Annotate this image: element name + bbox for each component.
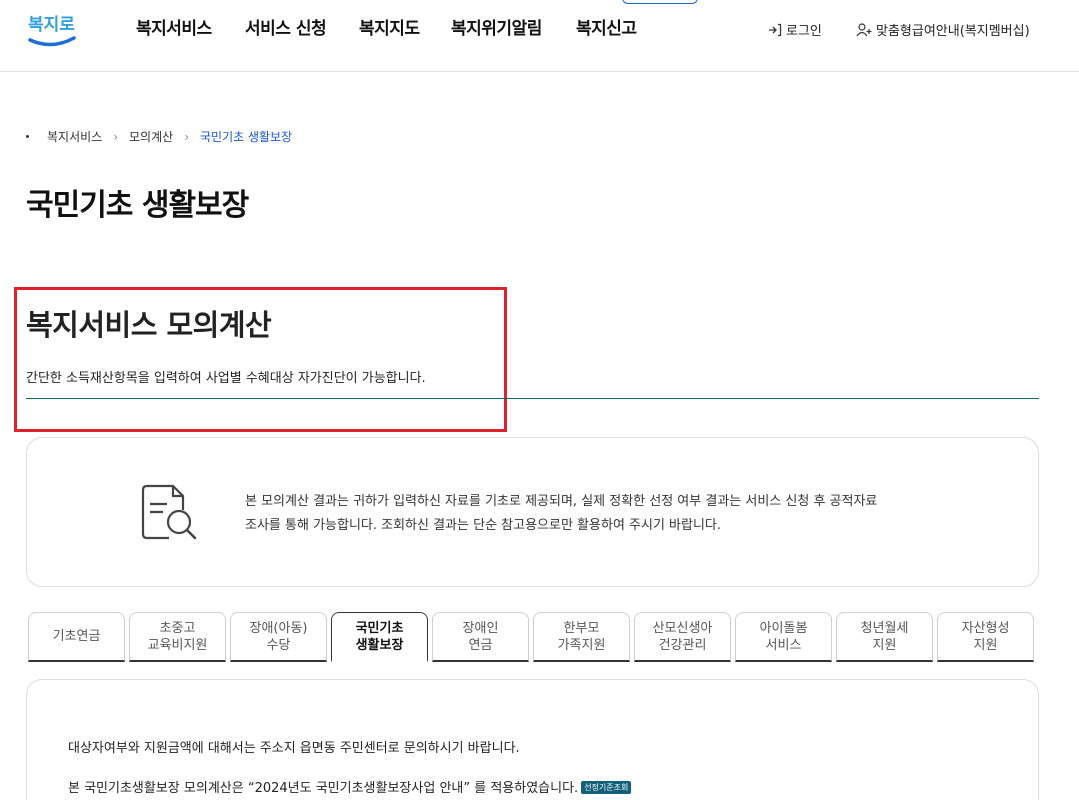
notice-line-1: 본 모의계산 결과는 귀하가 입력하신 자료를 기초로 제공되며, 실제 정확한… — [245, 494, 878, 509]
main-nav: 복지서비스 서비스 신청 복지지도 복지위기알림 복지신고 — [136, 14, 656, 39]
membership-link[interactable]: 맞춤형급여안내(복지멤버십) — [856, 20, 1030, 39]
section-description: 간단한 소득재산항목을 입력하여 사업별 수혜대상 자가진단이 가능합니다. — [26, 371, 426, 386]
notice-text: 본 모의계산 결과는 귀하가 입력하신 자료를 기초로 제공되며, 실제 정확한… — [245, 490, 945, 538]
logo-icon: 복지로 — [28, 15, 76, 47]
notice-box: 본 모의계산 결과는 귀하가 입력하신 자료를 기초로 제공되며, 실제 정확한… — [26, 437, 1039, 587]
tab-basic-livelihood[interactable]: 국민기초 생활보장 — [331, 612, 428, 662]
nav-welfare-map[interactable]: 복지지도 — [359, 14, 451, 39]
user-plus-icon — [856, 22, 872, 36]
tab-youth-rent[interactable]: 청년월세 지원 — [836, 612, 933, 662]
notice-line-2: 조사를 통해 가능합니다. 조회하신 결과는 단순 참고용으로만 활용하여 주시… — [245, 518, 722, 533]
tab-basic-pension[interactable]: 기초연금 — [28, 612, 125, 662]
breadcrumb-item-welfare-service[interactable]: 복지서비스 — [47, 128, 102, 145]
nav-service-apply[interactable]: 서비스 신청 — [245, 14, 359, 39]
tab-single-parent[interactable]: 한부모 가족지원 — [533, 612, 630, 662]
site-logo[interactable]: 복지로 — [24, 6, 80, 50]
document-search-icon — [141, 484, 197, 540]
breadcrumb-bullet — [26, 135, 29, 138]
tab-maternity-care[interactable]: 산모신생아 건강관리 — [634, 612, 731, 662]
section-divider — [26, 398, 1039, 399]
membership-label: 맞춤형급여안내(복지멤버십) — [876, 24, 1030, 39]
breadcrumb-item-current: 국민기초 생활보장 — [200, 130, 293, 144]
info-box: 대상자여부와 지원금액에 대해서는 주소지 읍면동 주민센터로 문의하시기 바랍… — [26, 679, 1039, 800]
criteria-lookup-badge[interactable]: 선정기준조회 — [581, 781, 632, 794]
nav-welfare-report[interactable]: 복지신고 — [576, 14, 656, 39]
chevron-right-icon: › — [184, 129, 189, 144]
program-tabs: 기초연금 초중고 교육비지원 장애(아동) 수당 국민기초 생활보장 장애인 연… — [28, 612, 1038, 662]
info-line-1: 대상자여부와 지원금액에 대해서는 주소지 읍면동 주민센터로 문의하시기 바랍… — [68, 741, 520, 756]
login-label: 로그인 — [786, 24, 822, 39]
svg-text:복지로: 복지로 — [28, 15, 75, 35]
login-arrow-icon — [769, 23, 782, 36]
site-header: 복지로 복지서비스 서비스 신청 복지지도 복지위기알림 복지신고 로그인 맞춤… — [0, 0, 1079, 72]
tab-disability-pension[interactable]: 장애인 연금 — [432, 612, 529, 662]
chevron-right-icon: › — [113, 129, 119, 144]
nav-welfare-service[interactable]: 복지서비스 — [136, 14, 245, 39]
breadcrumb-item-simulation[interactable]: 모의계산 — [129, 128, 173, 145]
top-tab-stub — [622, 0, 698, 4]
nav-welfare-crisis-alert[interactable]: 복지위기알림 — [451, 14, 576, 39]
tab-disability-allowance[interactable]: 장애(아동) 수당 — [230, 612, 327, 662]
tab-school-expense[interactable]: 초중고 교육비지원 — [129, 612, 226, 662]
page-title: 국민기초 생활보장 — [26, 188, 249, 223]
tab-asset-building[interactable]: 자산형성 지원 — [937, 612, 1034, 662]
tab-child-care[interactable]: 아이돌봄 서비스 — [735, 612, 832, 662]
breadcrumb: 복지서비스 › 모의계산 › 국민기초 생활보장 — [26, 128, 292, 145]
section-title: 복지서비스 모의계산 — [26, 308, 272, 342]
info-line-2: 본 국민기초생활보장 모의계산은 “2024년도 국민기초생활보장사업 안내” … — [68, 777, 632, 796]
login-link[interactable]: 로그인 — [768, 20, 822, 39]
info-line-2-text: 본 국민기초생활보장 모의계산은 “2024년도 국민기초생활보장사업 안내” … — [68, 781, 579, 796]
